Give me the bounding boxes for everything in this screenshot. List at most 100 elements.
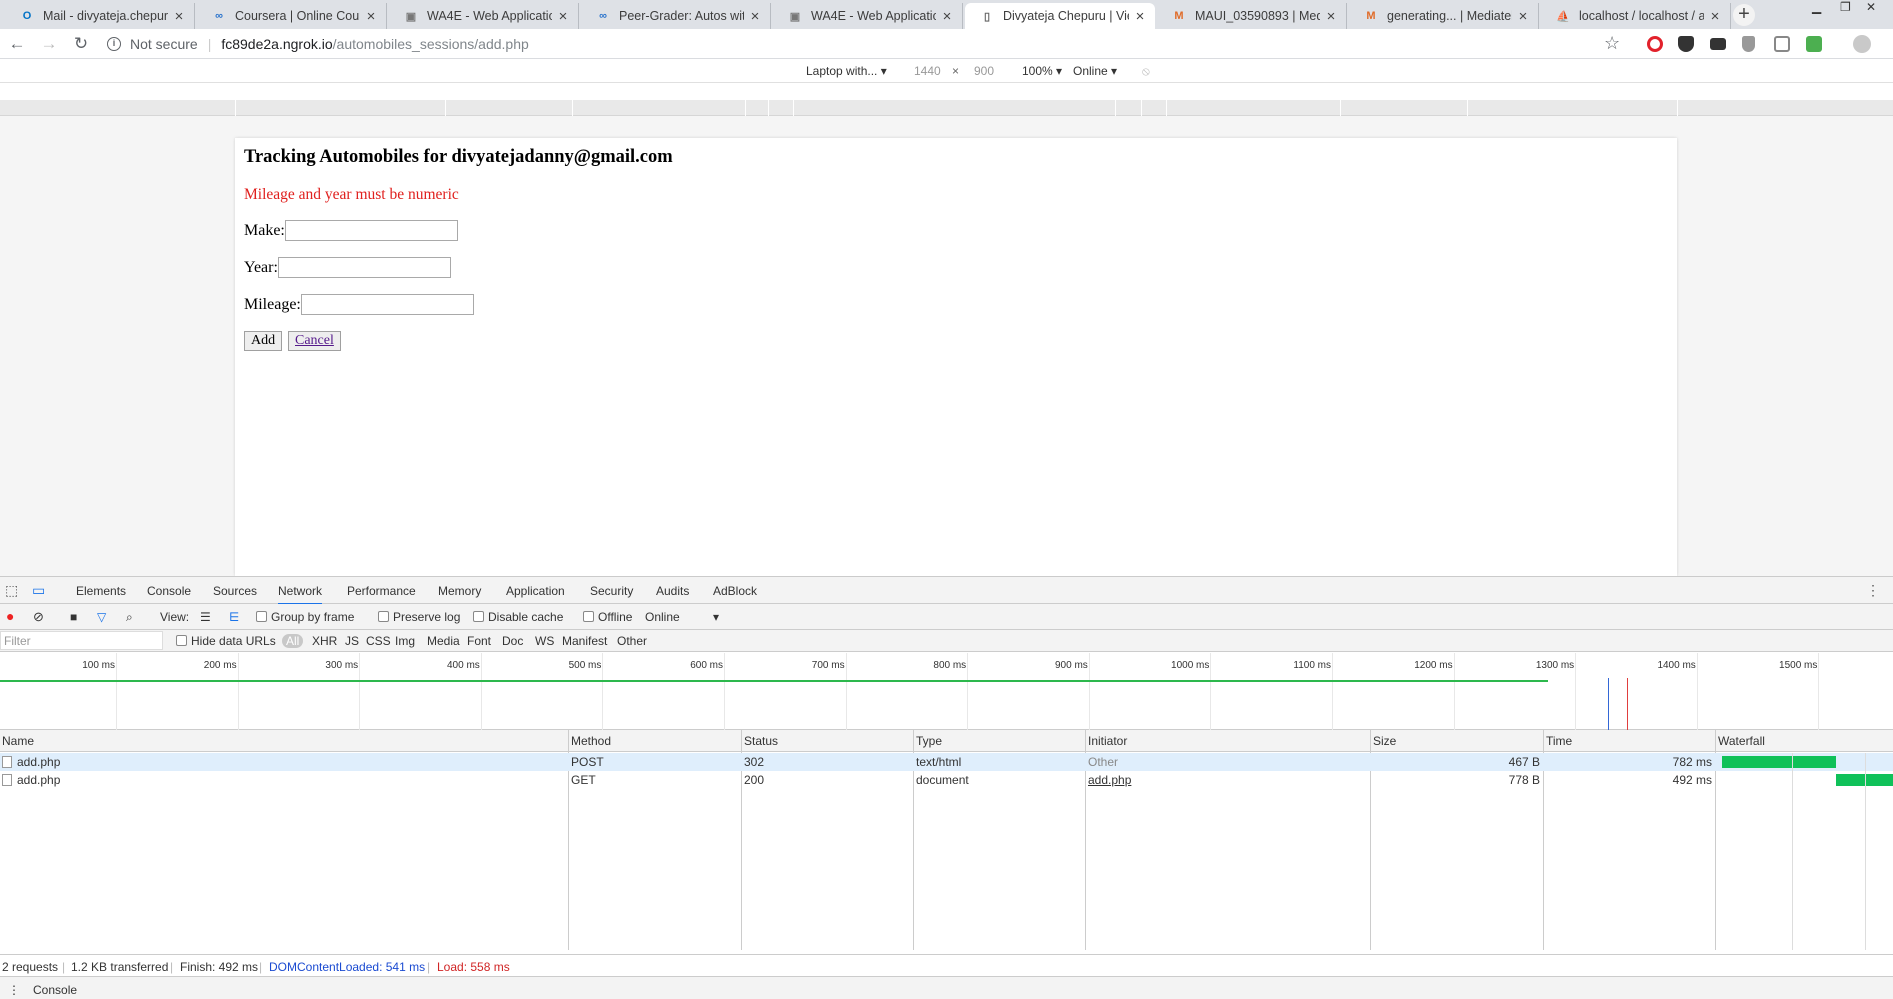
inspect-icon[interactable]: ⬚ — [5, 582, 18, 599]
minimize-icon[interactable]: ▁ — [1812, 0, 1821, 18]
table-row[interactable]: add.php GET 200 document add.php 778 B 492 ms — [0, 771, 1893, 789]
devtools-tab-console[interactable]: Console — [147, 584, 191, 598]
devtools-tab-application[interactable]: Application — [506, 584, 565, 598]
rotate-icon[interactable]: ⦸ — [1142, 64, 1150, 79]
make-label: Make: — [244, 221, 285, 239]
url-field[interactable]: i Not secure | fc89de2a.ngrok.io/automob… — [107, 32, 1667, 56]
filter-type-img[interactable]: Img — [395, 634, 415, 648]
clear-icon[interactable]: ⊘ — [33, 609, 44, 625]
filter-icon[interactable]: ▽ — [97, 610, 106, 624]
tab-title: WA4E - Web Applicatio — [811, 9, 936, 23]
filter-type-doc[interactable]: Doc — [502, 634, 523, 648]
filter-type-other[interactable]: Other — [617, 634, 647, 648]
filter-type-font[interactable]: Font — [467, 634, 491, 648]
zoom-select[interactable]: 100% ▾ — [1022, 64, 1062, 78]
close-tab-icon[interactable]: × — [748, 8, 762, 25]
filter-input[interactable]: Filter — [0, 631, 163, 650]
cancel-button[interactable]: Cancel — [288, 331, 341, 351]
filter-type-ws[interactable]: WS — [535, 634, 554, 648]
new-tab-button[interactable]: + — [1733, 4, 1755, 26]
close-tab-icon[interactable]: × — [1708, 8, 1722, 25]
device-height-input[interactable]: 900 — [974, 64, 994, 78]
avatar[interactable] — [1853, 35, 1871, 53]
filter-type-manifest[interactable]: Manifest — [562, 634, 607, 648]
device-width-input[interactable]: 1440 — [914, 64, 941, 78]
browser-tab[interactable]: Mgenerating... | Mediatek × — [1349, 3, 1539, 29]
close-tab-icon[interactable]: × — [1516, 8, 1530, 25]
cell-name[interactable]: add.php — [2, 755, 60, 769]
browser-tab[interactable]: ∞ Coursera | Online Cours × — [197, 3, 387, 29]
browser-tab[interactable]: ⛵ localhost / localhost / a × — [1541, 3, 1731, 29]
extension-icon[interactable] — [1774, 36, 1790, 52]
list-view-icon[interactable]: ☰ — [200, 610, 211, 624]
devtools-tab-adblock[interactable]: AdBlock — [713, 584, 757, 598]
offline-checkbox[interactable]: Offline — [583, 610, 632, 624]
devtools-tab-performance[interactable]: Performance — [347, 584, 416, 598]
close-tab-icon[interactable]: × — [940, 8, 954, 25]
hide-data-urls-checkbox[interactable]: Hide data URLs — [176, 634, 276, 648]
devtools-tab-elements[interactable]: Elements — [76, 584, 126, 598]
filter-type-all[interactable]: All — [282, 634, 304, 648]
filter-type-js[interactable]: JS — [345, 634, 359, 648]
bookmark-star-icon[interactable]: ☆ — [1604, 33, 1620, 54]
devtools-tab-audits[interactable]: Audits — [656, 584, 689, 598]
tab-title: Peer-Grader: Autos with — [619, 9, 744, 23]
disable-cache-checkbox[interactable]: Disable cache — [473, 610, 563, 624]
youtube-icon[interactable] — [1710, 38, 1726, 50]
url-host: fc89de2a.ngrok.io — [221, 36, 333, 52]
browser-tab[interactable]: M MAUI_03590893 | Medi × — [1157, 3, 1347, 29]
close-tab-icon[interactable]: × — [172, 8, 186, 25]
device-preset-select[interactable]: Laptop with... ▾ — [806, 64, 887, 78]
cell-name[interactable]: add.php — [2, 773, 60, 787]
devtools-tab-security[interactable]: Security — [590, 584, 633, 598]
record-icon[interactable]: ● — [6, 608, 14, 624]
drawer-tab-console[interactable]: Console — [33, 983, 77, 997]
restore-icon[interactable]: ❐ — [1840, 0, 1851, 18]
cell-size: 467 B — [1508, 755, 1540, 769]
opera-icon[interactable] — [1647, 36, 1663, 52]
throttle-select[interactable]: Online ▾ — [645, 610, 719, 624]
preserve-log-checkbox[interactable]: Preserve log — [378, 610, 460, 624]
close-window-icon[interactable]: ✕ — [1866, 0, 1876, 18]
waterfall-view-icon[interactable]: ⋿ — [229, 610, 239, 624]
table-row[interactable]: add.php POST 302 text/html Other 467 B 782 ms — [0, 753, 1893, 771]
reload-icon[interactable]: ↻ — [70, 33, 92, 55]
add-button[interactable]: Add — [244, 331, 283, 351]
phpmyadmin-icon: ⛵ — [1556, 10, 1570, 23]
mileage-input[interactable] — [300, 294, 474, 315]
make-input[interactable] — [284, 220, 458, 241]
cell-initiator[interactable]: add.php — [1088, 773, 1131, 787]
drawer-menu-icon[interactable]: ⋮ — [8, 983, 20, 997]
info-icon[interactable]: i — [107, 37, 121, 51]
browser-tab[interactable]: ▯ Divyateja Chepuru | Vie × — [965, 3, 1155, 29]
close-tab-icon[interactable]: × — [1324, 8, 1338, 25]
close-tab-icon[interactable]: × — [1133, 8, 1147, 25]
load-time: Load: 558 ms — [437, 960, 510, 974]
browser-tab[interactable]: ▣ WA4E - Web Applicatio × — [773, 3, 963, 29]
shield-icon[interactable] — [1742, 36, 1755, 52]
browser-tab[interactable]: ▣ WA4E - Web Applicatio × — [389, 3, 579, 29]
devtools-tab-memory[interactable]: Memory — [438, 584, 481, 598]
close-tab-icon[interactable]: × — [556, 8, 570, 25]
more-options-icon[interactable]: ⋮ — [1866, 582, 1880, 599]
devtools-tab-sources[interactable]: Sources — [213, 584, 257, 598]
back-icon[interactable]: ← — [6, 33, 28, 55]
device-toggle-icon[interactable]: ▭ — [32, 582, 45, 599]
browser-tab[interactable]: O Mail - divyateja.chepuru × — [5, 3, 195, 29]
devtools-tab-network[interactable]: Network — [278, 584, 323, 605]
close-tab-icon[interactable]: × — [364, 8, 378, 25]
console-drawer: ⋮ Console — [0, 976, 1893, 999]
filter-type-xhr[interactable]: XHR — [312, 634, 337, 648]
forward-icon[interactable]: → — [38, 33, 60, 55]
filter-type-css[interactable]: CSS — [366, 634, 391, 648]
group-by-frame-checkbox[interactable]: Group by frame — [256, 610, 354, 624]
browser-tab[interactable]: ∞ Peer-Grader: Autos with × — [581, 3, 771, 29]
download-icon[interactable] — [1806, 36, 1822, 52]
search-icon[interactable]: ⌕ — [126, 610, 133, 625]
year-input[interactable] — [277, 257, 451, 278]
filter-type-media[interactable]: Media — [427, 634, 460, 648]
screenshot-icon[interactable]: ■ — [70, 610, 77, 624]
pocket-icon[interactable] — [1678, 36, 1694, 52]
network-select[interactable]: Online ▾ — [1073, 64, 1117, 78]
column-header-waterfall[interactable]: Waterfall — [1718, 734, 1765, 748]
